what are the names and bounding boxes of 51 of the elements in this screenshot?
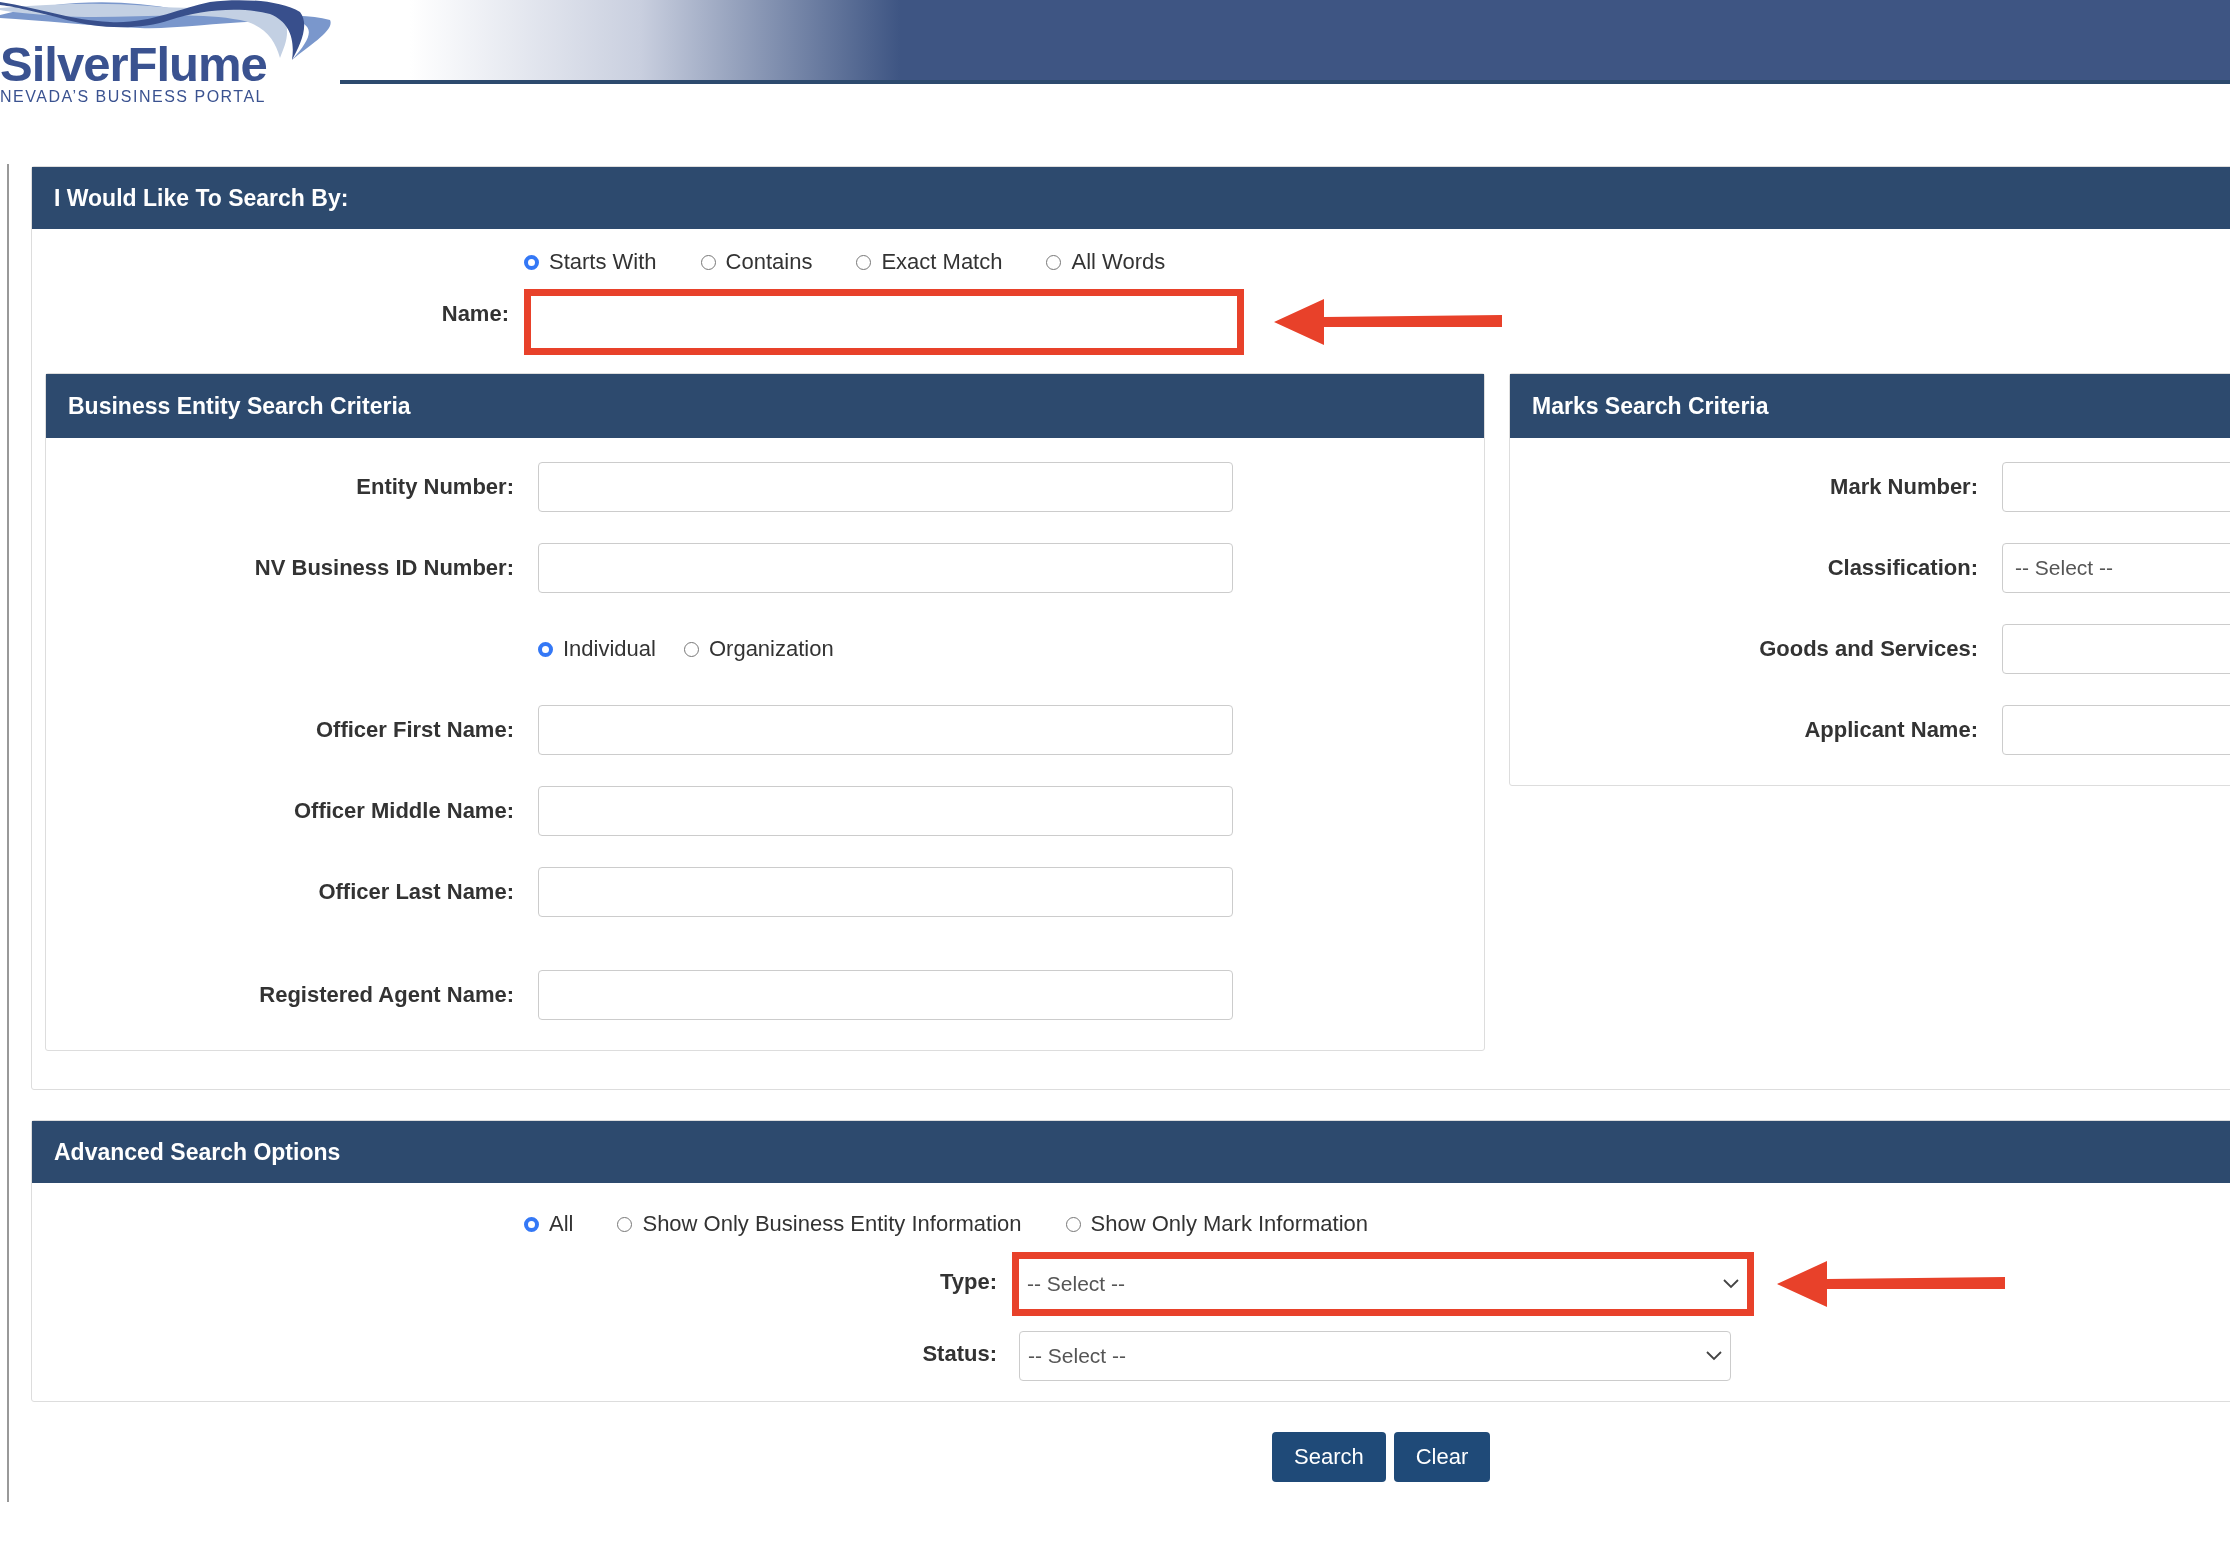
radio-button[interactable] [1065,1216,1081,1232]
radio-option[interactable]: Organization [683,636,834,662]
name-input[interactable] [524,289,1244,355]
field-label: Applicant Name: [1803,716,1978,743]
radio-button[interactable] [683,641,699,657]
radio-button[interactable] [700,254,716,270]
select-dropdown[interactable]: -- Select -- [1012,1252,1754,1316]
field-label: Entity Number: [355,473,514,500]
radio-button[interactable] [524,254,539,270]
radio-option[interactable]: Show Only Business Entity Information [617,1211,1022,1237]
radio-option[interactable]: Contains [700,249,813,275]
field-label: Type: [938,1268,997,1295]
radio-option[interactable]: Exact Match [856,249,1003,275]
text-input[interactable] [538,786,1233,836]
radio-button[interactable] [538,641,553,657]
text-input[interactable] [538,867,1233,917]
text-input[interactable] [538,970,1233,1020]
radio-option[interactable]: All [524,1211,574,1237]
radio-option[interactable]: All Words [1046,249,1166,275]
field-label: Name: [440,300,509,327]
field-label: Officer First Name: [314,716,514,743]
radio-option[interactable]: Individual [538,636,656,662]
field-label: Goods and Services: [1758,635,1978,662]
section-header: Advanced Search Options [32,1121,2230,1183]
logo-tagline: NEVADA’S BUSINESS PORTAL [0,89,266,105]
text-input[interactable] [538,462,1233,512]
panel-header: Marks Search Criteria [1510,374,2230,438]
chevron-down-icon [1723,1279,1739,1289]
field-label: Officer Last Name: [317,878,514,905]
logo-wordmark: SilverFlume [0,40,267,89]
radio-button[interactable] [1046,254,1062,270]
field-label: NV Business ID Number: [253,554,514,581]
field-label: Classification: [1826,554,1978,581]
select-dropdown[interactable]: -- Select -- [1019,1331,1731,1381]
field-label: Status: [921,1340,997,1367]
select-dropdown[interactable]: -- Select -- [2002,543,2230,593]
section-header: I Would Like To Search By: [32,167,2230,229]
radio-button[interactable] [524,1216,539,1232]
text-input[interactable] [538,543,1233,593]
field-label: Mark Number: [1829,473,1978,500]
radio-option[interactable]: Starts With [524,249,657,275]
text-input[interactable] [538,705,1233,755]
radio-button[interactable] [856,254,872,270]
field-label: Officer Middle Name: [292,797,514,824]
chevron-down-icon [1706,1351,1722,1361]
radio-option[interactable]: Show Only Mark Information [1065,1211,1369,1237]
action-button[interactable]: Clear [1393,1432,1491,1482]
field-label: Registered Agent Name: [258,981,514,1008]
panel-header: Business Entity Search Criteria [46,374,1484,438]
radio-button[interactable] [617,1216,633,1232]
action-button[interactable]: Search [1272,1432,1386,1482]
